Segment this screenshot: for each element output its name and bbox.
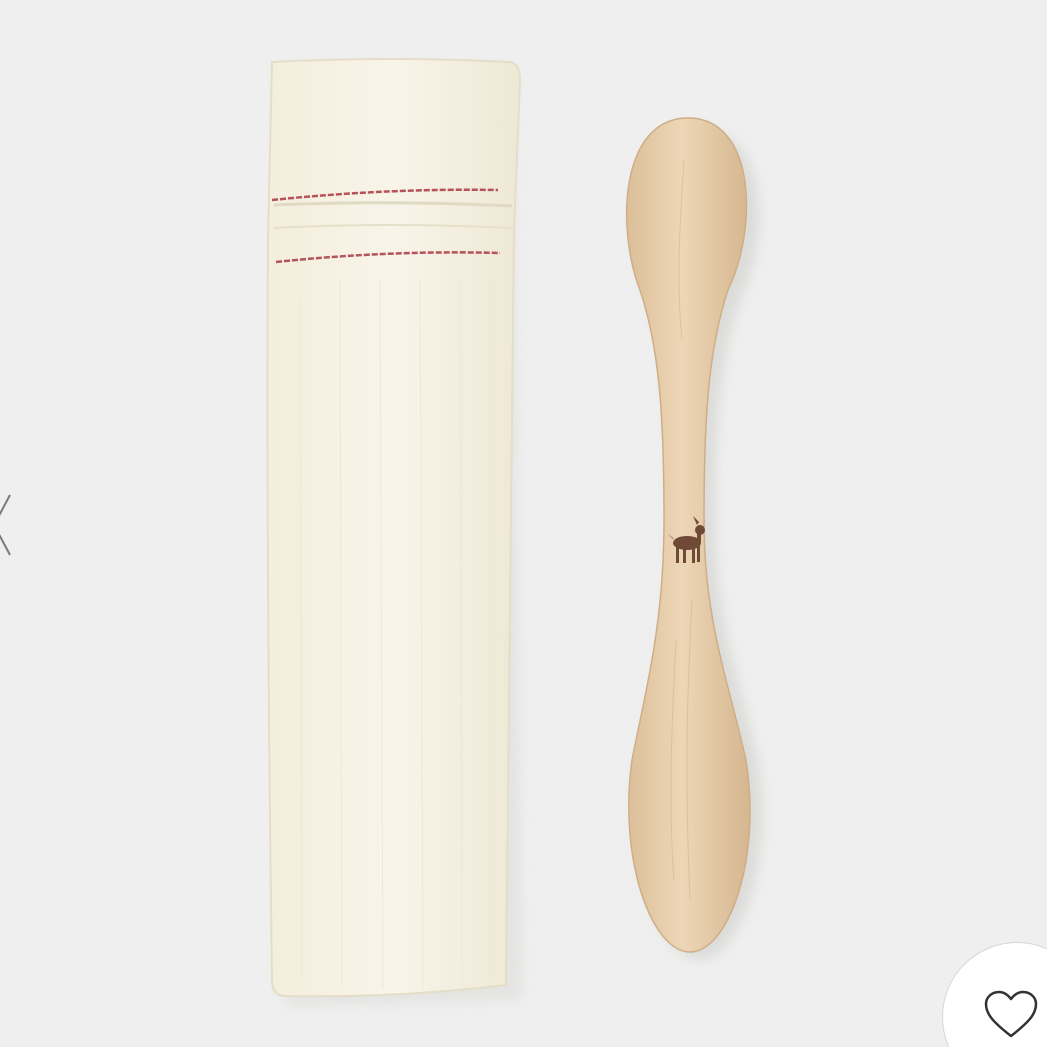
product-photo: [0, 0, 1047, 1047]
linen-pouch: [266, 58, 522, 998]
product-image-viewer: [0, 0, 1047, 1047]
chevron-left-icon: [0, 494, 11, 556]
previous-image-button[interactable]: [0, 480, 16, 570]
heart-outline-icon: [984, 990, 1038, 1038]
photo-background: [0, 0, 1047, 1047]
